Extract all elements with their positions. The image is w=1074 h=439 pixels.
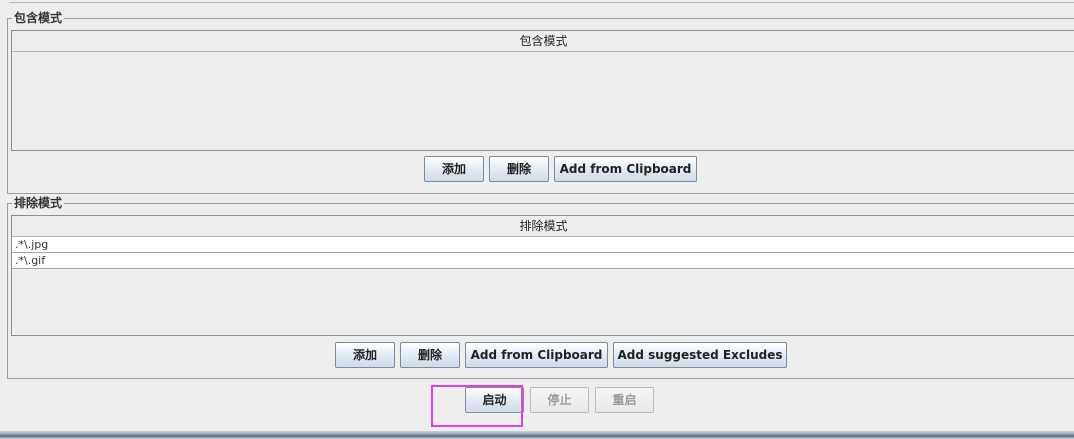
include-add-button[interactable]: 添加 <box>424 156 484 182</box>
include-group-title: 包含模式 <box>12 10 65 26</box>
exclude-add-from-clipboard-button[interactable]: Add from Clipboard <box>465 342 608 368</box>
exclude-add-button[interactable]: 添加 <box>335 342 395 368</box>
start-button-highlight <box>431 385 523 427</box>
include-delete-button[interactable]: 删除 <box>489 156 549 182</box>
exclude-patterns-group: 排除模式 排除模式 .*\.jpg .*\.gif 添加 删除 Add from… <box>7 195 1074 379</box>
exclude-group-title: 排除模式 <box>12 195 65 211</box>
include-patterns-table[interactable]: 包含模式 <box>11 30 1074 151</box>
exclude-delete-button[interactable]: 删除 <box>400 342 460 368</box>
restart-button[interactable]: 重启 <box>595 387 654 413</box>
add-suggested-excludes-button[interactable]: Add suggested Excludes <box>613 342 787 368</box>
stop-button[interactable]: 停止 <box>530 387 589 413</box>
top-divider <box>9 0 1074 3</box>
window-bottom-edge <box>0 431 1074 439</box>
include-add-from-clipboard-button[interactable]: Add from Clipboard <box>554 156 697 182</box>
include-column-header[interactable]: 包含模式 <box>12 31 1074 52</box>
exclude-column-header[interactable]: 排除模式 <box>12 216 1074 237</box>
include-patterns-group: 包含模式 包含模式 添加 删除 Add from Clipboard <box>7 10 1074 194</box>
exclude-patterns-table[interactable]: 排除模式 .*\.jpg .*\.gif <box>11 215 1074 336</box>
table-row[interactable]: .*\.gif <box>12 253 1074 269</box>
table-row[interactable]: .*\.jpg <box>12 237 1074 253</box>
